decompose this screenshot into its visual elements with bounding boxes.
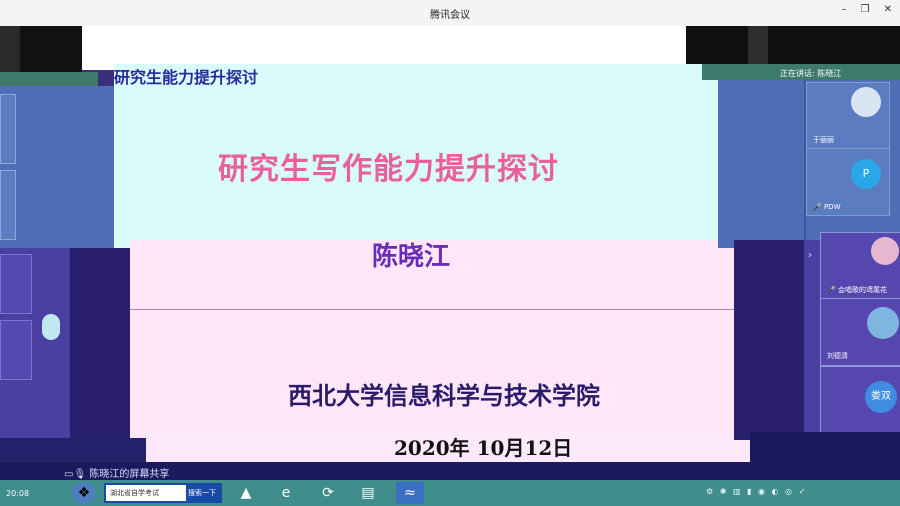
- avatar: [851, 87, 881, 117]
- left-tile[interactable]: [0, 94, 16, 164]
- collapse-chevron-icon[interactable]: ›: [808, 250, 812, 261]
- share-bar: [0, 438, 146, 462]
- left-video-edge: [0, 26, 20, 72]
- left-tile[interactable]: [0, 320, 32, 380]
- left-dark-strip: [70, 248, 130, 438]
- ie-icon[interactable]: e: [272, 482, 300, 504]
- window-title: 腾讯会议: [430, 10, 470, 21]
- speaking-indicator: 正在讲话: 陈晓江: [780, 69, 842, 78]
- right-dark-strip: [734, 240, 804, 440]
- participant-name-text: 会唱歌的鸢尾花: [837, 286, 887, 294]
- search-button[interactable]: 搜索一下: [188, 485, 216, 501]
- left-participant-panel: [0, 86, 114, 248]
- screen-share-label: ▭🎙 陈晓江的屏幕共享: [64, 469, 170, 480]
- participant-name: 于丽丽: [813, 136, 834, 144]
- windows-start-icon[interactable]: ❖: [72, 482, 96, 504]
- slide-institute: 西北大学信息科学与技术学院: [288, 382, 600, 410]
- slide-date: 2020年 10月12日: [394, 436, 573, 460]
- left-green-strip: [0, 72, 98, 86]
- update-icon[interactable]: ⟳: [314, 482, 342, 504]
- participant-tile[interactable]: 刘德清: [820, 298, 900, 366]
- explorer-icon[interactable]: ▤: [354, 482, 382, 504]
- restore-button[interactable]: ❐: [861, 4, 870, 15]
- left-avatar-badge: [42, 314, 60, 340]
- slide-title: 研究生写作能力提升探讨: [218, 152, 559, 187]
- participant-tile[interactable]: 🎤 会唱歌的鸢尾花: [820, 232, 900, 300]
- slide-header: 研究生能力提升探讨: [114, 68, 259, 87]
- slide-divider: [130, 309, 734, 310]
- window-controls: – ❐ ✕: [842, 4, 892, 15]
- shared-slide-bottom: 陈晓江 西北大学信息科学与技术学院: [130, 240, 734, 438]
- avatar: [871, 237, 899, 265]
- wizard-hat-icon[interactable]: ▲: [232, 482, 260, 504]
- system-tray[interactable]: ⚙ ✱ ▥ ▮ ◉ ◐ ◎ ✓: [706, 487, 807, 496]
- participant-tile[interactable]: 于丽丽: [806, 82, 890, 150]
- right-bottom-block: [750, 432, 900, 480]
- participant-tile[interactable]: P 🎤 PDW: [806, 148, 890, 216]
- search-input[interactable]: 湖北省自学考试: [106, 485, 186, 501]
- right-video-edge: [748, 26, 768, 64]
- screen-share-text: 陈晓江的屏幕共享: [89, 469, 170, 480]
- left-tile[interactable]: [0, 254, 32, 314]
- taskbar-search: 湖北省自学考试 搜索一下: [104, 483, 222, 503]
- left-tile[interactable]: [0, 170, 16, 240]
- participant-name: 🎤 PDW: [813, 203, 841, 211]
- avatar: P: [851, 159, 881, 189]
- avatar: [867, 307, 899, 339]
- right-video-block: [686, 26, 900, 64]
- left-participant-panel-lower: [0, 248, 130, 438]
- taskbar-clock: 20:08: [6, 489, 30, 498]
- title-bar: 腾讯会议 – ❐ ✕: [0, 0, 900, 27]
- close-button[interactable]: ✕: [884, 4, 892, 15]
- participant-name: 🎤 会唱歌的鸢尾花: [827, 286, 887, 294]
- shared-slide-top: 研究生能力提升探讨 研究生写作能力提升探讨: [114, 64, 718, 248]
- meeting-app-icon[interactable]: ≈: [396, 482, 424, 504]
- slide-author: 陈晓江: [372, 242, 451, 272]
- avatar: 娄双: [865, 381, 897, 413]
- participant-name: 刘德清: [827, 352, 848, 360]
- participant-tile[interactable]: 娄双: [820, 366, 900, 434]
- minimize-button[interactable]: –: [842, 4, 847, 15]
- participant-name-text: PDW: [823, 203, 841, 211]
